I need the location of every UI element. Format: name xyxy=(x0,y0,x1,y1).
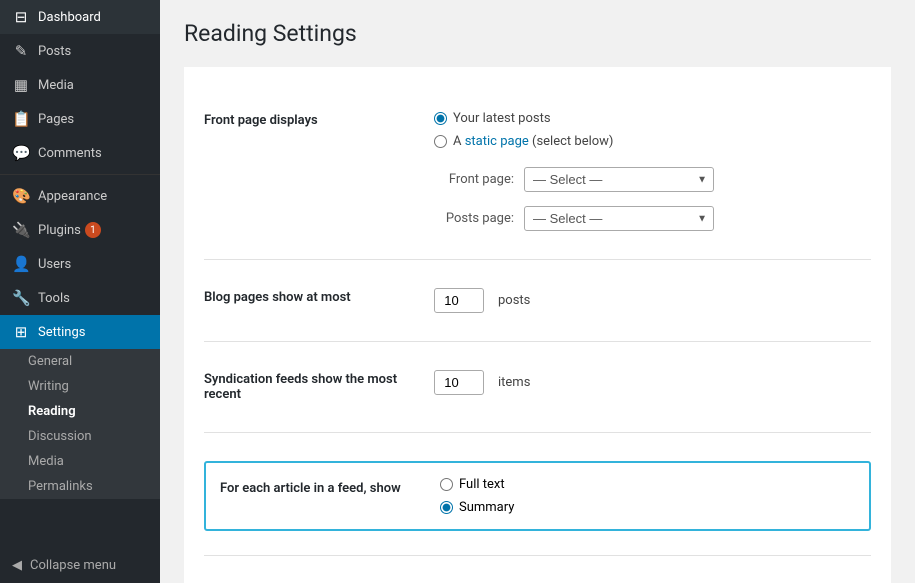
radio-latest-posts[interactable]: Your latest posts xyxy=(434,111,714,126)
sidebar-sub-discussion[interactable]: Discussion xyxy=(0,424,160,449)
sidebar-item-label: Settings xyxy=(38,325,85,340)
comments-icon: 💬 xyxy=(12,144,30,162)
sidebar-item-media[interactable]: ▦ Media xyxy=(0,68,160,102)
sidebar-sub-reading[interactable]: Reading xyxy=(0,399,160,424)
sidebar-item-label: Appearance xyxy=(38,189,107,204)
radio-summary[interactable]: Summary xyxy=(440,500,514,515)
syndication-suffix: items xyxy=(498,375,530,390)
radio-static-page[interactable]: A static page (select below) xyxy=(434,134,714,149)
radio-full-text-label: Full text xyxy=(459,477,505,492)
syndication-label: Syndication feeds show the most recent xyxy=(204,356,424,418)
sidebar-item-label: Plugins xyxy=(38,223,81,238)
sidebar-item-appearance[interactable]: 🎨 Appearance xyxy=(0,179,160,213)
sidebar-sub-general[interactable]: General xyxy=(0,349,160,374)
feed-article-options: Full text Summary xyxy=(440,477,514,515)
page-selects: Front page: — Select — Posts page: — Sel… xyxy=(434,161,714,231)
main-content: Reading Settings Front page displays You… xyxy=(160,0,915,583)
front-page-select-wrap: — Select — xyxy=(524,167,714,192)
sidebar-item-label: Tools xyxy=(38,291,70,306)
front-page-value: Your latest posts A static page (select … xyxy=(424,97,724,245)
collapse-menu[interactable]: ◀ Collapse menu xyxy=(0,548,160,583)
collapse-label: Collapse menu xyxy=(30,558,116,573)
dashboard-icon: ⊟ xyxy=(12,8,30,26)
static-page-link[interactable]: static page xyxy=(465,134,529,149)
search-engine-row: Search Engine Visibility Discourage sear… xyxy=(204,556,871,583)
blog-pages-suffix: posts xyxy=(498,293,530,308)
feed-article-label: For each article in a feed, show xyxy=(220,477,420,496)
front-page-select-label: Front page: xyxy=(434,172,514,187)
sidebar-item-label: Users xyxy=(38,257,71,272)
sidebar-item-label: Dashboard xyxy=(38,10,101,25)
sidebar-item-label: Media xyxy=(38,78,74,93)
sidebar-item-label: Comments xyxy=(38,146,102,161)
sidebar-item-label: Posts xyxy=(38,44,71,59)
search-engine-label: Search Engine Visibility xyxy=(204,570,424,583)
sidebar-item-tools[interactable]: 🔧 Tools xyxy=(0,281,160,315)
posts-page-select[interactable]: — Select — xyxy=(524,206,714,231)
radio-full-text-input[interactable] xyxy=(440,478,453,491)
settings-submenu: General Writing Reading Discussion Media… xyxy=(0,349,160,499)
sidebar-sub-writing[interactable]: Writing xyxy=(0,374,160,399)
sidebar-item-pages[interactable]: 📋 Pages xyxy=(0,102,160,136)
settings-form: Front page displays Your latest posts A … xyxy=(184,67,891,583)
feed-article-row: For each article in a feed, show Full te… xyxy=(204,433,871,556)
radio-latest-label: Your latest posts xyxy=(453,111,551,126)
posts-page-select-label: Posts page: xyxy=(434,211,514,226)
blog-pages-value: 10 posts xyxy=(424,274,540,327)
front-page-radio-group: Your latest posts A static page (select … xyxy=(434,111,714,149)
collapse-icon: ◀ xyxy=(12,558,22,573)
tools-icon: 🔧 xyxy=(12,289,30,307)
posts-page-select-wrap: — Select — xyxy=(524,206,714,231)
blog-pages-row: Blog pages show at most 10 posts xyxy=(204,260,871,342)
sidebar-item-posts[interactable]: ✎ Posts xyxy=(0,34,160,68)
users-icon: 👤 xyxy=(12,255,30,273)
sidebar-item-dashboard[interactable]: ⊟ Dashboard xyxy=(0,0,160,34)
radio-static-input[interactable] xyxy=(434,135,447,148)
media-icon: ▦ xyxy=(12,76,30,94)
syndication-value: 10 items xyxy=(424,356,540,409)
radio-latest-posts-input[interactable] xyxy=(434,112,447,125)
sidebar-item-label: Pages xyxy=(38,112,74,127)
settings-icon: ⊞ xyxy=(12,323,30,341)
search-engine-value: Discourage search engines from indexing … xyxy=(424,570,750,583)
sidebar-item-plugins[interactable]: 🔌 Plugins 1 xyxy=(0,213,160,247)
radio-summary-label: Summary xyxy=(459,500,514,515)
sidebar-sub-media[interactable]: Media xyxy=(0,449,160,474)
front-page-row: Front page displays Your latest posts A … xyxy=(204,83,871,260)
sidebar-item-settings[interactable]: ⊞ Settings xyxy=(0,315,160,349)
syndication-row: Syndication feeds show the most recent 1… xyxy=(204,342,871,433)
front-page-select[interactable]: — Select — xyxy=(524,167,714,192)
blog-pages-input[interactable]: 10 xyxy=(434,288,484,313)
radio-static-label: A static page (select below) xyxy=(453,134,613,149)
plugins-badge: 1 xyxy=(85,222,101,238)
plugins-icon: 🔌 xyxy=(12,221,30,239)
sidebar: ⊟ Dashboard ✎ Posts ▦ Media 📋 Pages 💬 Co… xyxy=(0,0,160,583)
sidebar-item-comments[interactable]: 💬 Comments xyxy=(0,136,160,170)
sidebar-sub-permalinks[interactable]: Permalinks xyxy=(0,474,160,499)
blog-pages-label: Blog pages show at most xyxy=(204,274,424,321)
appearance-icon: 🎨 xyxy=(12,187,30,205)
front-page-select-row: Front page: — Select — xyxy=(434,167,714,192)
posts-page-select-row: Posts page: — Select — xyxy=(434,206,714,231)
feed-article-container: For each article in a feed, show Full te… xyxy=(204,433,871,555)
sidebar-item-users[interactable]: 👤 Users xyxy=(0,247,160,281)
pages-icon: 📋 xyxy=(12,110,30,128)
radio-summary-input[interactable] xyxy=(440,501,453,514)
posts-icon: ✎ xyxy=(12,42,30,60)
feed-article-section: For each article in a feed, show Full te… xyxy=(204,461,871,531)
sidebar-divider xyxy=(0,174,160,175)
syndication-input[interactable]: 10 xyxy=(434,370,484,395)
page-title: Reading Settings xyxy=(184,20,891,47)
radio-full-text[interactable]: Full text xyxy=(440,477,514,492)
front-page-label: Front page displays xyxy=(204,97,424,144)
